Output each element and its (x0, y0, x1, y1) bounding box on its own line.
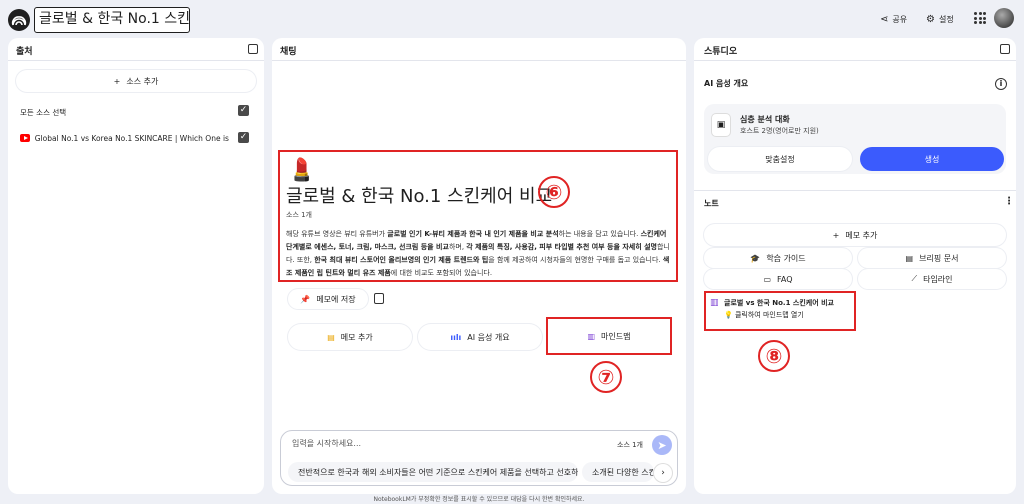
source-item-label: Global No.1 vs Korea No.1 SKINCARE | Whi… (34, 133, 232, 143)
send-icon[interactable]: ➤ (652, 435, 672, 455)
source-count: 소스 1개 (286, 211, 312, 219)
more-vert-icon[interactable]: ⋮ (1004, 196, 1014, 207)
notebook-title-input[interactable]: 글로벌 & 한국 No.1 스킨케어 비교 (34, 7, 190, 33)
summary-segment: 해당 유튜브 영상은 뷰티 유튜버가 (286, 230, 388, 238)
gear-icon: ⚙ (926, 13, 935, 25)
note-icon: ▤ (327, 332, 335, 342)
summary-segment: 을 함께 제공하여 시청자들의 현명한 구매를 돕고 있습니다. (488, 256, 663, 264)
summary-segment: 에 대한 비교도 포함되어 있습니다. (390, 269, 493, 277)
notebooklm-logo-icon[interactable] (8, 9, 30, 31)
pin-icon: 📌 (300, 294, 311, 304)
summary-segment: 하는 내용을 담고 있습니다. (558, 230, 641, 238)
document-icon: ▤ (905, 253, 914, 263)
plus-icon: + (832, 230, 840, 240)
studio-panel: 스튜디오 AI 음성 개요 i ▣ 심층 분석 대화 호스트 2명(영어로만 지… (694, 38, 1016, 494)
add-source-button[interactable]: + 소스 추가 (16, 70, 256, 92)
footer-note: NotebookLM가 부정확한 정보를 표시할 수 있으므로 대답을 다시 한… (373, 496, 585, 503)
notes-add-memo-button[interactable]: + 메모 추가 (704, 224, 1006, 246)
deep-dive-title: 심층 분석 대화 (740, 115, 790, 124)
annotation-number-6: ⑥ (538, 176, 570, 208)
summary-segment: 각 제품의 특징, 사용감, 피부 타입별 추천 여부 등을 자세히 설명 (466, 243, 657, 251)
chat-panel: 채팅 💄 글로벌 & 한국 No.1 스킨케어 비교 ⑥ 소스 1개 해당 유튜… (272, 38, 686, 494)
copy-icon[interactable] (374, 293, 384, 304)
studio-title: 스튜디오 (704, 47, 738, 57)
suggestion-chip[interactable]: 소개된 다양한 스킨 (582, 462, 654, 482)
deep-dive-subtitle: 호스트 2명(영어로만 지원) (740, 127, 819, 135)
waveform-icon: ıılı (450, 332, 462, 342)
sources-panel: 출처 + 소스 추가 모든 소스 선택 ✓ Global No.1 vs Kor… (8, 38, 264, 494)
chat-input[interactable]: 입력을 시작하세요... (292, 438, 361, 449)
study-guide-button[interactable]: 🎓 학습 가이드 (704, 248, 852, 268)
lipstick-icon: 💄 (288, 158, 316, 183)
generate-button[interactable]: 생성 (860, 147, 1004, 171)
collapse-panel-icon[interactable] (248, 44, 258, 54)
plus-icon: + (113, 76, 121, 86)
chevron-right-icon[interactable]: › (654, 464, 672, 482)
suggestion-chip[interactable]: 전반적으로 한국과 해외 소비자들은 어떤 기준으로 스킨케어 제품을 선택하고… (288, 462, 578, 482)
add-memo-chip[interactable]: ▤ 메모 추가 (288, 324, 412, 350)
timeline-icon: ⟋ (911, 274, 918, 283)
mindmap-chip[interactable]: ▥ 마인드맵 (546, 317, 672, 355)
timeline-button[interactable]: ⟋ 타임라인 (858, 269, 1006, 289)
annotation-number-8: ⑧ (758, 340, 790, 372)
chat-title: 채팅 (280, 47, 297, 57)
collapse-panel-icon[interactable] (1000, 44, 1010, 54)
select-all-checkbox[interactable]: ✓ (238, 105, 249, 116)
input-source-count: 소스 1개 (617, 441, 643, 449)
apps-grid-icon[interactable] (974, 12, 986, 24)
source-item-checkbox[interactable]: ✓ (238, 132, 249, 143)
mindmap-note-title: 글로벌 vs 한국 No.1 스킨케어 비교 (724, 299, 834, 307)
annotation-number-7: ⑦ (590, 361, 622, 393)
map-icon: ▥ (710, 298, 719, 308)
audio-section-title: AI 음성 개요 (704, 79, 749, 88)
source-item[interactable]: Global No.1 vs Korea No.1 SKINCARE | Whi… (20, 131, 232, 145)
faq-button[interactable]: ▭ FAQ (704, 269, 852, 289)
select-all-label: 모든 소스 선택 (20, 108, 67, 117)
briefing-doc-button[interactable]: ▤ 브리핑 문서 (858, 248, 1006, 268)
map-icon: ▥ (587, 331, 596, 341)
lightbulb-icon: 💡 (724, 311, 733, 319)
settings-button[interactable]: ⚙ 설정 (926, 10, 954, 28)
summary-segment: 한국 최대 뷰티 스토어인 올리브영의 인기 제품 트렌드와 팁 (314, 256, 489, 264)
speaker-icon: ▣ (712, 114, 730, 136)
info-icon[interactable]: i (995, 78, 1007, 90)
summary-segment: 글로벌 인기 K-뷰티 제품과 한국 내 인기 제품을 비교 분석 (387, 230, 559, 238)
notes-title: 노트 (704, 199, 719, 208)
audio-overview-chip[interactable]: ıılı AI 음성 개요 (418, 324, 542, 350)
summary-segment: 하며, (448, 243, 467, 251)
youtube-icon (20, 134, 30, 142)
save-to-memo-button[interactable]: 📌 메모에 저장 (288, 289, 368, 309)
notebook-summary: 해당 유튜브 영상은 뷰티 유튜버가 글로벌 인기 K-뷰티 제품과 한국 내 … (286, 228, 674, 280)
sources-title: 출처 (16, 47, 33, 57)
share-button[interactable]: ⋖ 공유 (880, 10, 907, 28)
faq-icon: ▭ (763, 274, 772, 284)
avatar[interactable] (994, 8, 1014, 28)
graduation-cap-icon: 🎓 (750, 253, 761, 263)
share-icon: ⋖ (880, 13, 889, 25)
chat-heading: 글로벌 & 한국 No.1 스킨케어 비교 (286, 186, 553, 207)
customize-button[interactable]: 맞춤설정 (708, 147, 852, 171)
mindmap-note-subtitle: 💡 클릭하여 마인드맵 열기 (724, 311, 804, 319)
